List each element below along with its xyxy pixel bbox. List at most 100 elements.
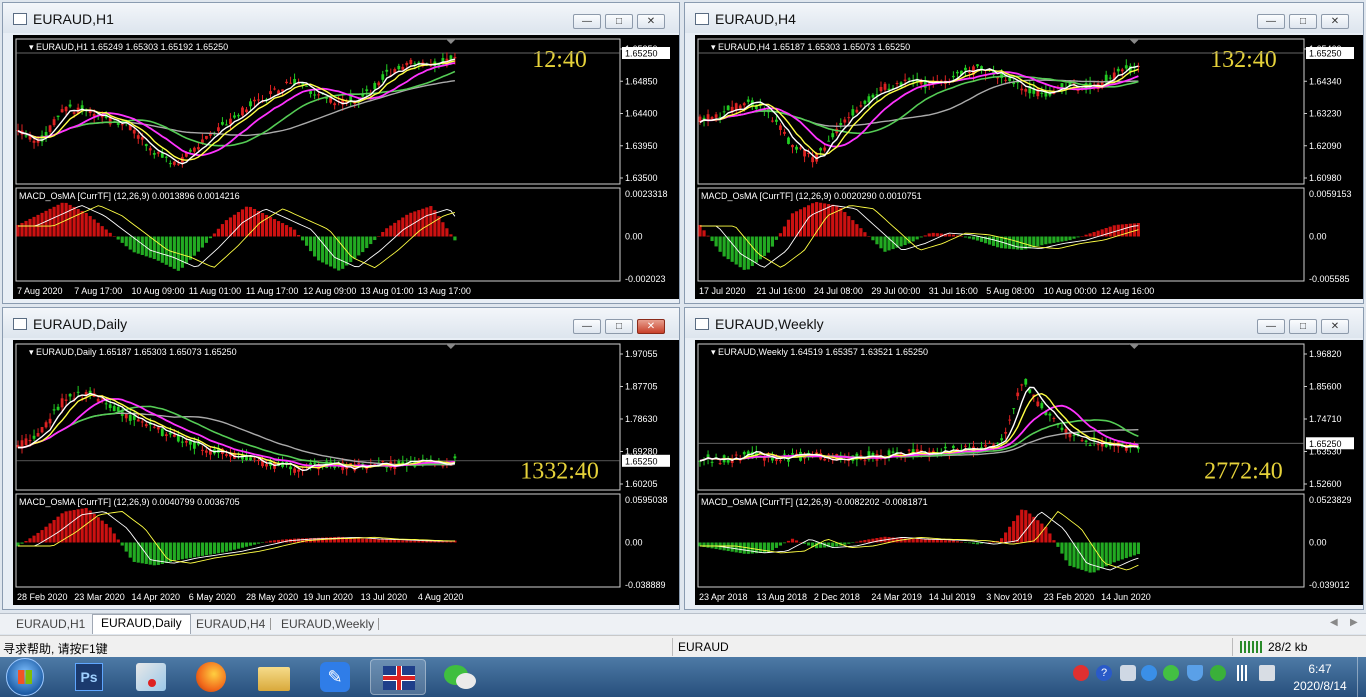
- tab-euraud-h1[interactable]: EURAUD,H1: [8, 616, 93, 633]
- tray-settings-icon[interactable]: [1120, 665, 1136, 681]
- close-button[interactable]: ✕: [637, 14, 665, 29]
- chart-shift-marker-icon[interactable]: [1129, 344, 1140, 349]
- maximize-button[interactable]: □: [605, 14, 633, 29]
- ma-line-white: [17, 392, 456, 472]
- time-tick-label: 24 Mar 2019: [871, 592, 922, 602]
- candle-body: [184, 440, 188, 443]
- chart-window-h1[interactable]: EURAUD,H1 — □ ✕ ▾ EURAUD,H1 1.65249 1.65303 …: [2, 2, 680, 304]
- macd-histogram-bar: [220, 542, 225, 553]
- macd-histogram-bar: [915, 538, 919, 543]
- tab-euraud-daily[interactable]: EURAUD,Daily: [92, 614, 191, 634]
- macd-histogram-bar: [766, 236, 770, 253]
- window-titlebar[interactable]: EURAUD,Weekly — □ ✕: [685, 308, 1363, 338]
- tray-shield-icon[interactable]: [1187, 665, 1203, 681]
- tray-pen-icon[interactable]: [1141, 665, 1157, 681]
- clock-date[interactable]: 2020/8/14: [1284, 679, 1356, 693]
- chart-shift-marker-icon[interactable]: [1129, 39, 1140, 44]
- candle-body: [718, 463, 722, 465]
- macd-histogram-bar: [52, 520, 56, 543]
- tray-security-icon[interactable]: [1210, 665, 1226, 681]
- macd-histogram-bar: [405, 214, 409, 237]
- macd-histogram-bar: [710, 542, 714, 549]
- show-desktop-button[interactable]: [1357, 657, 1366, 697]
- tab-euraud-h4[interactable]: EURAUD,H4: [188, 616, 273, 633]
- tab-scroll-right-icon[interactable]: ▶: [1350, 617, 1358, 628]
- docs-pen-icon: ✎: [320, 662, 350, 692]
- chart-window-h4[interactable]: EURAUD,H4 — □ ✕ ▾ EURAUD,H4 1.65187 1.65303 …: [684, 2, 1364, 304]
- maximize-button[interactable]: □: [1289, 14, 1317, 29]
- tray-wechat-icon[interactable]: [1163, 665, 1179, 681]
- candle-body: [976, 64, 979, 67]
- minimize-button[interactable]: —: [1257, 14, 1285, 29]
- candle-body: [132, 130, 136, 134]
- sogou-ime-icon[interactable]: [1073, 665, 1089, 681]
- window-titlebar[interactable]: EURAUD,H1 — □ ✕: [3, 3, 679, 33]
- chart-area[interactable]: ▾ EURAUD,H1 1.65249 1.65303 1.65192 1.65…: [13, 35, 679, 299]
- macd-histogram-bar: [927, 233, 931, 237]
- network-icon[interactable]: [1235, 665, 1251, 681]
- taskbar-explorer[interactable]: [246, 659, 302, 695]
- macd-histogram-bar: [1092, 232, 1096, 237]
- window-titlebar[interactable]: EURAUD,H4 — □ ✕: [685, 3, 1363, 33]
- volume-muted-icon[interactable]: [1259, 665, 1275, 681]
- window-titlebar[interactable]: EURAUD,Daily — □ ✕: [3, 308, 679, 338]
- close-button[interactable]: ✕: [637, 319, 665, 334]
- chart-svg: ▾ EURAUD,H1 1.65249 1.65303 1.65192 1.65…: [15, 38, 670, 296]
- taskbar-firefox[interactable]: [184, 659, 240, 695]
- macd-histogram-bar: [963, 236, 968, 238]
- macd-histogram-bar: [770, 542, 775, 551]
- close-button[interactable]: ✕: [1321, 319, 1349, 334]
- macd-histogram-bar: [1028, 513, 1032, 543]
- macd-histogram-bar: [1032, 236, 1036, 248]
- candle-body: [839, 122, 843, 126]
- start-button[interactable]: [6, 658, 44, 696]
- maximize-button[interactable]: □: [1289, 319, 1317, 334]
- macd-histogram-bar: [377, 539, 381, 543]
- close-button[interactable]: ✕: [1321, 14, 1349, 29]
- taskbar-wechat[interactable]: [432, 659, 488, 695]
- candle-body: [136, 419, 140, 422]
- macd-histogram-bar: [28, 218, 32, 237]
- chart-area[interactable]: ▾ EURAUD,H4 1.65187 1.65303 1.65073 1.65…: [695, 35, 1363, 299]
- chart-shift-marker-icon[interactable]: [445, 39, 456, 44]
- help-icon[interactable]: ?: [1096, 665, 1112, 681]
- macd-histogram-bar: [48, 208, 52, 237]
- macd-histogram-bar: [730, 542, 734, 552]
- macd-histogram-bar: [68, 510, 72, 543]
- macd-histogram-bar: [220, 224, 225, 237]
- candle-body: [245, 109, 248, 113]
- macd-histogram-bar: [863, 232, 867, 237]
- time-tick-label: 4 Aug 2020: [418, 592, 464, 602]
- uk-flag-icon: [383, 666, 415, 690]
- chart-area[interactable]: ▾ EURAUD,Weekly 1.64519 1.65357 1.63521 …: [695, 340, 1363, 605]
- candle-body: [903, 79, 907, 81]
- minimize-button[interactable]: —: [1257, 319, 1285, 334]
- candle-body: [783, 453, 786, 455]
- chart-shift-marker-icon[interactable]: [445, 344, 456, 349]
- macd-histogram-bar: [252, 542, 257, 545]
- chart-window-weekly[interactable]: EURAUD,Weekly — □ ✕ ▾ EURAUD,Weekly 1.64519 …: [684, 307, 1364, 610]
- taskbar-paint[interactable]: [124, 659, 180, 695]
- chart-window-daily[interactable]: EURAUD,Daily — □ ✕ ▾ EURAUD,Daily 1.65187 1.…: [2, 307, 680, 610]
- macd-histogram-bar: [212, 233, 217, 237]
- taskbar-photoshop[interactable]: Ps: [62, 659, 118, 695]
- macd-histogram-bar: [811, 203, 815, 237]
- macd-histogram-bar: [313, 236, 317, 257]
- candle-body: [144, 144, 148, 147]
- tab-scroll-left-icon[interactable]: ◀: [1330, 617, 1338, 628]
- maximize-button[interactable]: □: [605, 319, 633, 334]
- candle-body: [803, 149, 806, 157]
- macd-histogram-bar: [272, 540, 277, 543]
- tab-euraud-weekly[interactable]: EURAUD,Weekly: [273, 616, 382, 633]
- macd-histogram-bar: [268, 540, 273, 543]
- minimize-button[interactable]: —: [573, 14, 601, 29]
- taskbar-docs[interactable]: ✎: [308, 659, 364, 695]
- macd-histogram-bar: [706, 542, 710, 548]
- minimize-button[interactable]: —: [573, 319, 601, 334]
- taskbar-mt4[interactable]: [370, 659, 426, 695]
- chart-svg: ▾ EURAUD,Daily 1.65187 1.65303 1.65073 1…: [15, 343, 670, 602]
- macd-histogram-bar: [264, 541, 269, 543]
- candle-body: [1012, 408, 1016, 410]
- chart-area[interactable]: ▾ EURAUD,Daily 1.65187 1.65303 1.65073 1…: [13, 340, 679, 605]
- clock-time[interactable]: 6:47: [1300, 662, 1340, 676]
